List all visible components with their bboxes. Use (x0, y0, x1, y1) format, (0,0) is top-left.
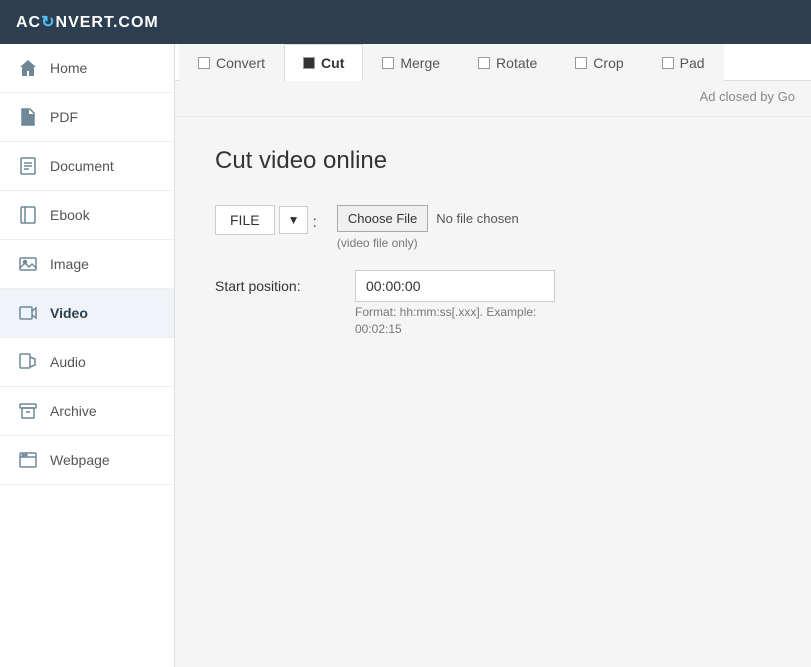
sidebar-item-document[interactable]: Document (0, 142, 174, 191)
sidebar-label-webpage: Webpage (50, 452, 110, 468)
audio-icon (18, 352, 38, 372)
sidebar: Home PDF PDF Document Ebook Image (0, 44, 175, 667)
site-logo[interactable]: AC↻NVERT.COM (16, 12, 159, 32)
tab-cut-label: Cut (321, 55, 344, 71)
sidebar-item-audio[interactable]: Audio (0, 338, 174, 387)
start-position-label: Start position: (215, 270, 335, 294)
tab-pad-label: Pad (680, 55, 705, 71)
sidebar-item-ebook[interactable]: Ebook (0, 191, 174, 240)
ad-bar: Ad closed by Go (175, 81, 811, 117)
main-panel: Convert Cut Merge Rotate Crop Pad (175, 44, 811, 667)
start-position-row: Start position: Format: hh:mm:ss[.xxx]. … (215, 270, 771, 336)
sidebar-label-ebook: Ebook (50, 207, 90, 223)
sidebar-item-pdf[interactable]: PDF PDF (0, 93, 174, 142)
ebook-icon (18, 205, 38, 225)
tab-rotate[interactable]: Rotate (459, 44, 556, 81)
tab-cut[interactable]: Cut (284, 44, 363, 81)
file-dropdown-button[interactable]: ▼ (279, 206, 309, 234)
document-icon (18, 156, 38, 176)
sidebar-item-archive[interactable]: Archive (0, 387, 174, 436)
tab-pad[interactable]: Pad (643, 44, 724, 81)
tab-convert[interactable]: Convert (179, 44, 284, 81)
sidebar-item-image[interactable]: Image (0, 240, 174, 289)
sidebar-label-pdf: PDF (50, 109, 78, 125)
file-input-row: Choose File No file chosen (337, 205, 519, 232)
sidebar-item-video[interactable]: Video (0, 289, 174, 338)
home-icon (18, 58, 38, 78)
image-icon (18, 254, 38, 274)
pdf-icon: PDF (18, 107, 38, 127)
tab-rotate-checkbox (478, 57, 490, 69)
file-row: FILE ▼ : Choose File No file chosen (vid… (215, 205, 771, 250)
tab-pad-checkbox (662, 57, 674, 69)
tab-cut-checkbox (303, 57, 315, 69)
logo-text-rest: NVERT.COM (56, 14, 159, 31)
ad-text: Ad closed by Go (700, 89, 795, 104)
sidebar-label-document: Document (50, 158, 114, 174)
file-button[interactable]: FILE (215, 205, 275, 235)
logo-spin-icon: ↻ (41, 12, 55, 32)
sidebar-label-home: Home (50, 60, 87, 76)
tab-merge[interactable]: Merge (363, 44, 459, 81)
page-title: Cut video online (215, 147, 771, 175)
sidebar-label-image: Image (50, 256, 89, 272)
header: AC↻NVERT.COM (0, 0, 811, 44)
tab-merge-label: Merge (400, 55, 440, 71)
dropdown-arrow-icon: ▼ (288, 213, 300, 227)
sidebar-label-archive: Archive (50, 403, 97, 419)
no-file-text: No file chosen (436, 211, 518, 226)
tab-crop[interactable]: Crop (556, 44, 642, 81)
logo-text-ac: AC (16, 14, 41, 31)
sidebar-label-video: Video (50, 305, 88, 321)
form-section: FILE ▼ : Choose File No file chosen (vid… (215, 205, 771, 336)
file-controls: FILE ▼ : (215, 205, 317, 235)
file-hint: (video file only) (337, 236, 519, 250)
archive-icon (18, 401, 38, 421)
tab-bar: Convert Cut Merge Rotate Crop Pad (175, 44, 811, 81)
video-icon (18, 303, 38, 323)
sidebar-label-audio: Audio (50, 354, 86, 370)
webpage-icon (18, 450, 38, 470)
tab-merge-checkbox (382, 57, 394, 69)
tab-convert-checkbox (198, 57, 210, 69)
svg-text:PDF: PDF (23, 118, 33, 124)
file-input-area: Choose File No file chosen (video file o… (337, 205, 519, 250)
tab-crop-label: Crop (593, 55, 623, 71)
format-example: 00:02:15 (355, 322, 555, 336)
tab-crop-checkbox (575, 57, 587, 69)
content-area: Cut video online FILE ▼ : Choose File (175, 117, 811, 667)
main-layout: Home PDF PDF Document Ebook Image (0, 44, 811, 667)
choose-file-button[interactable]: Choose File (337, 205, 428, 232)
colon-separator: : (312, 208, 316, 232)
start-position-field-area: Format: hh:mm:ss[.xxx]. Example: 00:02:1… (355, 270, 555, 336)
tab-convert-label: Convert (216, 55, 265, 71)
tab-rotate-label: Rotate (496, 55, 537, 71)
start-position-input[interactable] (355, 270, 555, 302)
sidebar-item-webpage[interactable]: Webpage (0, 436, 174, 485)
format-hint: Format: hh:mm:ss[.xxx]. Example: (355, 305, 555, 319)
sidebar-item-home[interactable]: Home (0, 44, 174, 93)
